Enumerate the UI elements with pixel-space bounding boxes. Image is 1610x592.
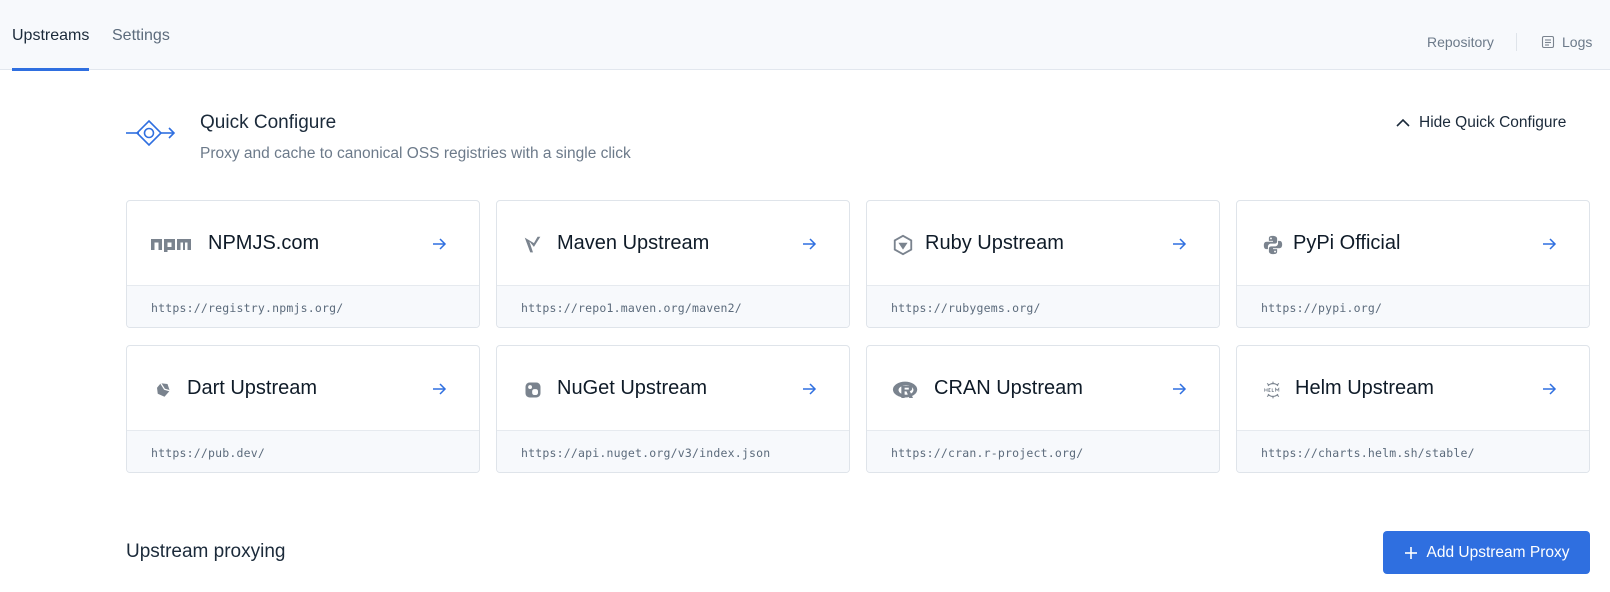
card-name: PyPi Official [1293, 232, 1401, 254]
card-name: Ruby Upstream [925, 232, 1064, 254]
arrow-right-icon [1173, 238, 1187, 250]
upstream-card-cran[interactable]: CRAN Upstream https://cran.r-project.org… [866, 345, 1220, 473]
card-url: https://charts.helm.sh/stable/ [1237, 431, 1589, 472]
arrow-right-icon [1543, 383, 1557, 395]
card-name: Helm Upstream [1295, 377, 1434, 399]
chevron-up-icon [1396, 118, 1410, 127]
add-upstream-proxy-button[interactable]: Add Upstream Proxy [1383, 531, 1590, 574]
card-name: NPMJS.com [208, 232, 320, 254]
upstream-proxying-title: Upstream proxying [126, 541, 286, 562]
arrow-right-icon [433, 383, 447, 395]
arrow-right-icon [803, 238, 817, 250]
card-url: https://pypi.org/ [1237, 286, 1589, 327]
card-name: Maven Upstream [557, 232, 710, 254]
quick-configure-subtitle: Proxy and cache to canonical OSS registr… [200, 145, 631, 162]
add-upstream-proxy-label: Add Upstream Proxy [1426, 543, 1570, 561]
card-url: https://pub.dev/ [127, 431, 479, 472]
arrow-right-icon [803, 383, 817, 395]
hide-quick-configure-label: Hide Quick Configure [1419, 114, 1567, 131]
upstream-card-nuget[interactable]: NuGet Upstream https://api.nuget.org/v3/… [496, 345, 850, 473]
quick-configure-title: Quick Configure [200, 112, 337, 133]
card-url: https://rubygems.org/ [867, 286, 1219, 327]
card-name: Dart Upstream [187, 377, 318, 399]
tab-upstreams[interactable]: Upstreams [12, 0, 90, 71]
upstream-card-dart[interactable]: Dart Upstream https://pub.dev/ [126, 345, 480, 473]
npm-icon [151, 233, 191, 257]
nuget-icon [521, 378, 545, 402]
upstream-card-npm[interactable]: NPMJS.com https://registry.npmjs.org/ [126, 200, 480, 328]
hide-quick-configure-button[interactable]: Hide Quick Configure [1395, 114, 1566, 132]
logs-link-label: Logs [1562, 34, 1593, 50]
upstream-card-ruby[interactable]: Ruby Upstream https://rubygems.org/ [866, 200, 1220, 328]
arrow-right-icon [1173, 383, 1187, 395]
arrow-right-icon [433, 238, 447, 250]
maven-icon [521, 233, 545, 257]
list-doc-icon [1541, 35, 1555, 49]
upstream-card-helm[interactable]: Helm Upstream https://charts.helm.sh/sta… [1236, 345, 1590, 473]
top-divider [1516, 33, 1517, 51]
logs-link[interactable]: Logs [1541, 34, 1592, 50]
repository-link[interactable]: Repository [1427, 34, 1494, 50]
card-url: https://registry.npmjs.org/ [127, 286, 479, 327]
card-name: CRAN Upstream [934, 377, 1083, 399]
python-icon [1261, 233, 1285, 257]
repository-link-label: Repository [1427, 34, 1494, 50]
arrow-right-icon [1543, 238, 1557, 250]
dart-icon [151, 378, 175, 402]
r-icon [891, 378, 921, 402]
node-link-icon [126, 119, 175, 147]
ruby-icon [891, 233, 915, 257]
card-name: NuGet Upstream [557, 377, 708, 399]
upstream-card-pypi[interactable]: PyPi Official https://pypi.org/ [1236, 200, 1590, 328]
card-url: https://repo1.maven.org/maven2/ [497, 286, 849, 327]
plus-icon [1404, 546, 1417, 559]
helm-icon [1261, 378, 1285, 402]
card-url: https://api.nuget.org/v3/index.json [497, 431, 849, 472]
tab-settings[interactable]: Settings [112, 0, 170, 70]
top-tab-bar: Upstreams Settings Repository Logs [0, 0, 1610, 71]
upstream-card-maven[interactable]: Maven Upstream https://repo1.maven.org/m… [496, 200, 850, 328]
card-url: https://cran.r-project.org/ [867, 431, 1219, 472]
